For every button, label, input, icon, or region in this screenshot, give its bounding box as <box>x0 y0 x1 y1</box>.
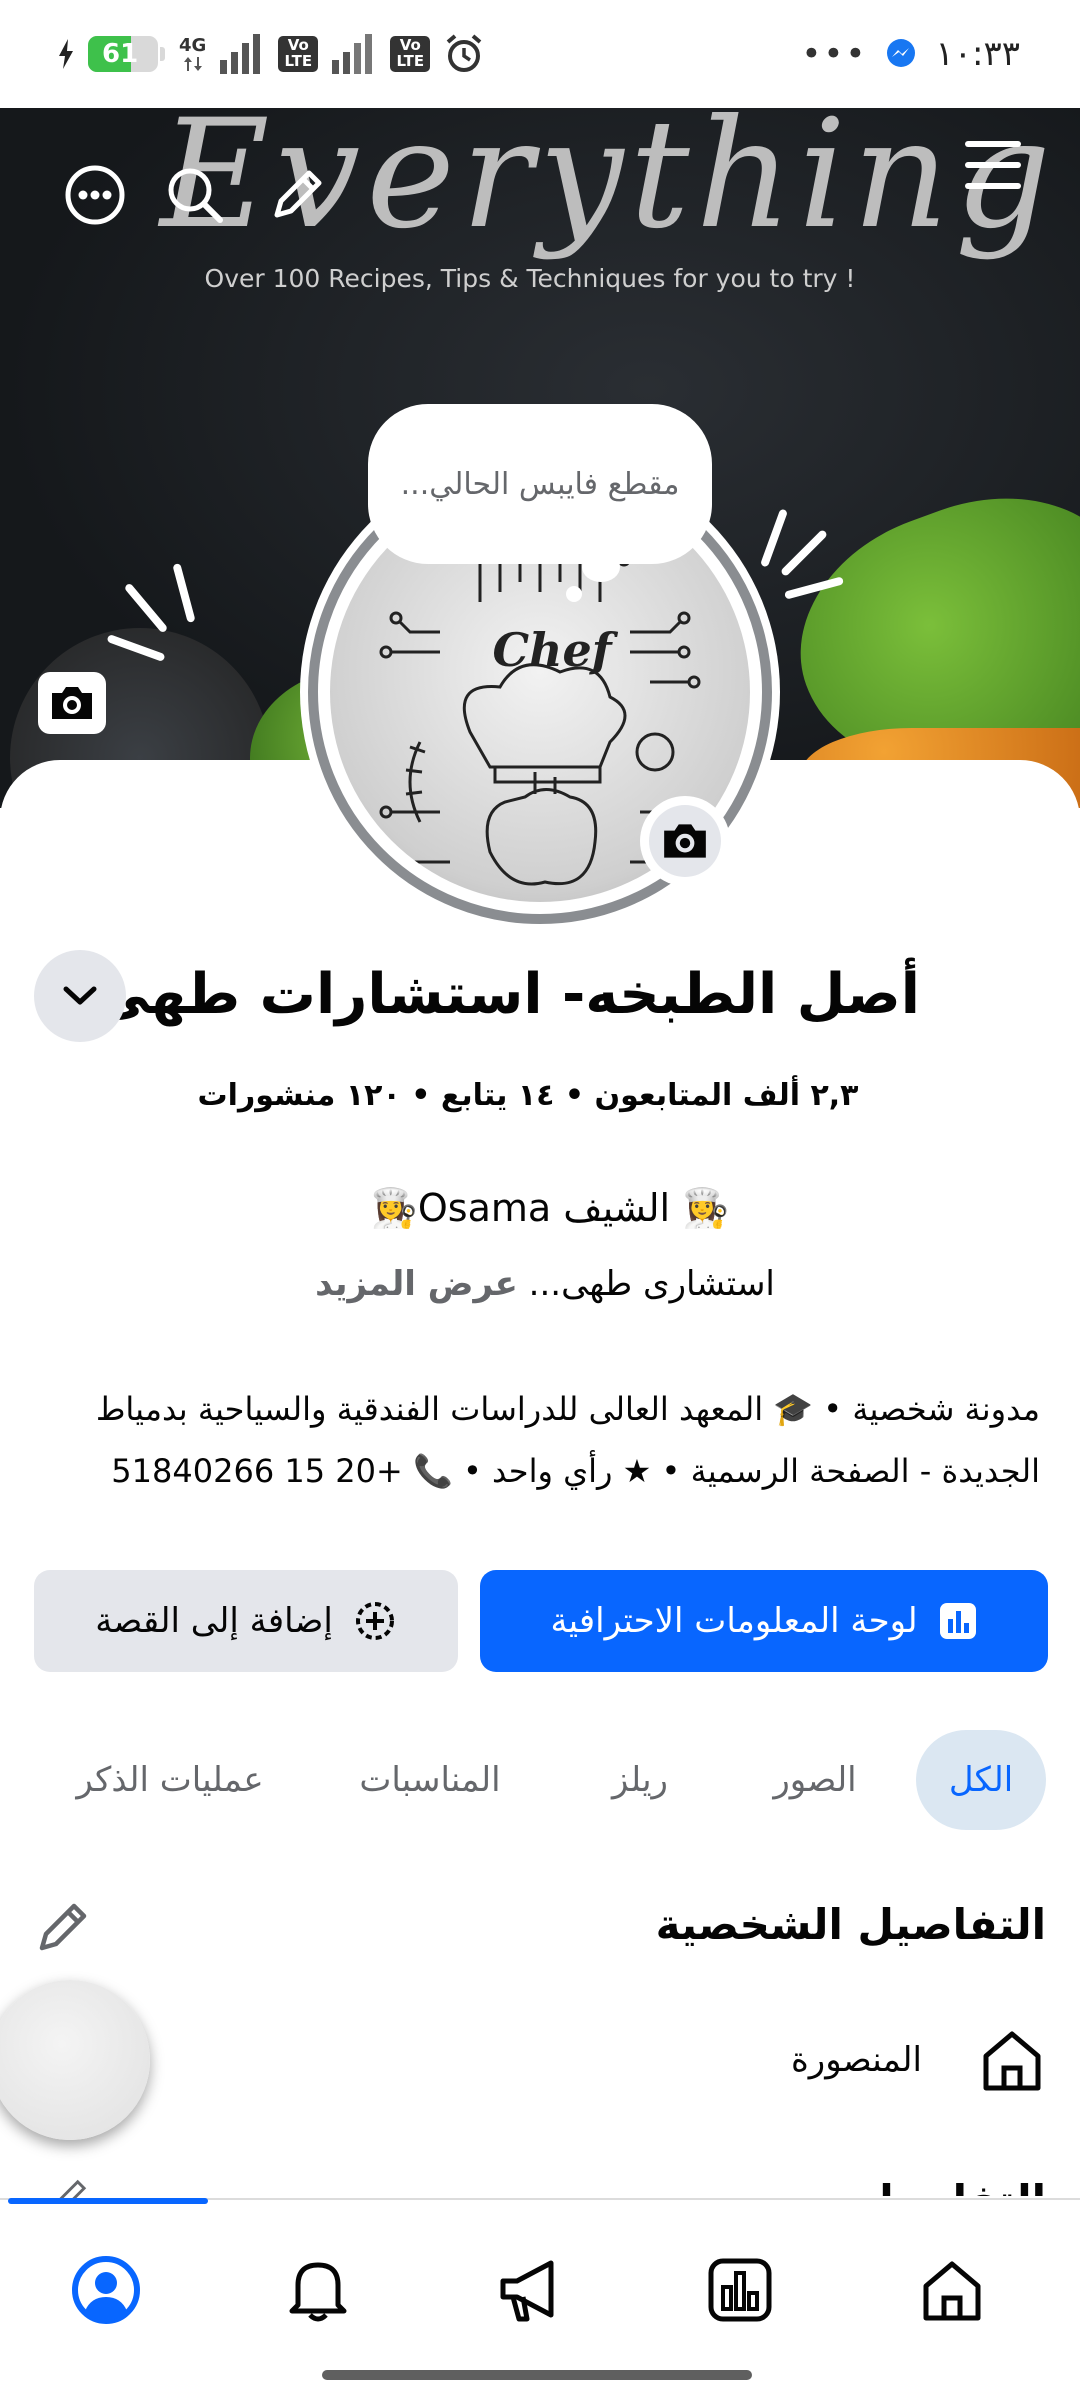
add-to-story-button[interactable]: إضافة إلى القصة <box>34 1570 458 1672</box>
bio-intro: استشارى طهى... عرض المزيد <box>0 1264 1080 1304</box>
signal-icon <box>220 34 261 74</box>
professional-dashboard-label: لوحة المعلومات الاحترافية <box>550 1601 918 1641</box>
spark-line <box>759 508 789 568</box>
details-line: الجديدة - الصفحة الرسمية • ★ رأي واحد • … <box>111 1452 1040 1490</box>
signal-icon-2 <box>332 34 373 74</box>
status-left: 61 4G Vo LTE Vo LTE <box>58 34 484 74</box>
tab-photos[interactable]: الصور <box>740 1730 890 1830</box>
next-section-title: التفاصيل <box>857 2176 1046 2196</box>
network-label: 4G <box>179 35 207 56</box>
insights-icon <box>939 1603 976 1639</box>
clock: ١٠:٣٣ <box>935 34 1020 74</box>
more-notifications-icon: ••• <box>801 34 868 74</box>
add-to-story-label: إضافة إلى القصة <box>95 1601 333 1641</box>
add-story-icon <box>355 1602 394 1640</box>
gesture-home-bar[interactable] <box>322 2370 752 2380</box>
tab-mentions[interactable]: عمليات الذكر <box>40 1730 300 1830</box>
menu-icon[interactable] <box>958 130 1028 200</box>
active-tab-indicator <box>8 2198 208 2204</box>
tab-all[interactable]: الكل <box>916 1730 1046 1830</box>
spark-line <box>123 582 169 634</box>
search-icon[interactable] <box>160 160 230 230</box>
battery-icon: 61 <box>88 36 158 72</box>
home-icon[interactable] <box>902 2240 1002 2340</box>
more-options-icon[interactable] <box>60 160 130 230</box>
bio-line: 👩‍🍳 الشيف Osama👩‍🍳 <box>370 1186 730 1230</box>
facebook-page-profile: 61 4G Vo LTE Vo LTE ••• ١٠:٣٣ Everything… <box>0 0 1080 2400</box>
spark-line <box>172 562 196 624</box>
bubble-tail <box>582 552 620 582</box>
tab-reels[interactable]: ريلز <box>570 1730 710 1830</box>
battery-level: 61 <box>102 39 139 69</box>
alarm-icon <box>447 34 482 72</box>
page-stats[interactable]: ٢,٣ ألف المتابعون • ١٤ يتابع • ١٢٠ منشور… <box>0 1078 1080 1113</box>
messenger-icon <box>887 39 916 67</box>
page-title: أصل الطبخه- استشارات طهى <box>93 962 920 1027</box>
volte-badge: Vo LTE <box>278 36 319 72</box>
insights-icon[interactable] <box>690 2240 790 2340</box>
chevron-down-icon <box>63 986 97 1005</box>
home-location-icon <box>983 2031 1041 2091</box>
content-tabs: الكل الصور ريلز المناسبات عمليات الذكر <box>0 1730 1080 1830</box>
tab-events[interactable]: المناسبات <box>320 1730 540 1830</box>
network-type: 4G <box>179 37 206 71</box>
page-details: مدونة شخصية • 🎓 المعهد العالى للدراسات ا… <box>40 1378 1040 1502</box>
megaphone-icon[interactable] <box>480 2240 580 2340</box>
note-bubble[interactable]: مقطع فايبس الحالي... <box>368 404 712 564</box>
bubble-tail-small <box>566 586 582 602</box>
location-row: المنصورة <box>791 2020 1046 2100</box>
professional-dashboard-button[interactable]: لوحة المعلومات الاحترافية <box>480 1570 1048 1672</box>
logo-text: Chef <box>492 623 618 677</box>
edit-avatar-camera-icon[interactable] <box>640 796 730 886</box>
details-line: مدونة شخصية • 🎓 المعهد العالى للدراسات ا… <box>95 1390 1040 1428</box>
bio-text: استشارى طهى... <box>528 1264 775 1304</box>
bell-icon[interactable] <box>268 2240 368 2340</box>
personal-details-title: التفاصيل الشخصية <box>655 1900 1046 1949</box>
status-right: ••• ١٠:٣٣ <box>801 34 1020 74</box>
data-arrows-icon <box>183 57 202 71</box>
status-bar: 61 4G Vo LTE Vo LTE ••• ١٠:٣٣ <box>0 0 1080 108</box>
edit-pencil-icon-2[interactable] <box>52 2178 88 2198</box>
edit-cover-camera-icon[interactable] <box>38 672 106 734</box>
volte-badge-2: Vo LTE <box>390 36 431 72</box>
profile-switch-dropdown[interactable] <box>34 950 126 1042</box>
profile-icon[interactable] <box>56 2240 156 2340</box>
see-more-link[interactable]: عرض المزيد <box>315 1264 518 1304</box>
charging-icon <box>59 39 73 69</box>
cover-subtitle: Over 100 Recipes, Tips & Techniques for … <box>204 264 856 293</box>
location-text: المنصورة <box>790 2040 922 2080</box>
spark-line <box>779 528 829 578</box>
edit-details-pencil-icon[interactable] <box>34 1900 94 1960</box>
edit-pencil-icon[interactable] <box>262 160 332 230</box>
battery-tip <box>160 47 165 61</box>
